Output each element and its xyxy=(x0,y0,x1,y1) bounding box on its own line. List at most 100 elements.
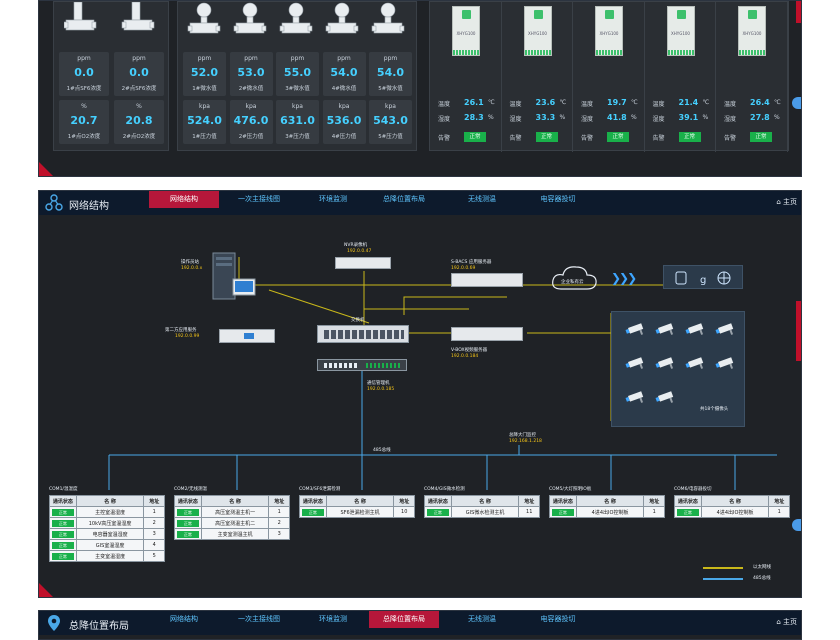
address-cell: 10 xyxy=(393,506,415,518)
tab-capacitor[interactable]: 电容器投切 xyxy=(519,191,597,208)
second-server-device xyxy=(219,329,275,343)
row-unit: % xyxy=(774,114,780,121)
metric-value: 524.0 xyxy=(187,114,222,127)
status-cell: 正常 xyxy=(49,550,77,562)
tab-layout[interactable]: 总降位置布局 xyxy=(369,191,439,208)
tab-capacitor[interactable]: 电容器投切 xyxy=(519,611,597,628)
device-model: XHYG100 xyxy=(528,31,547,36)
sensor-led xyxy=(748,10,757,19)
metric-card: ppm 0.0 1#点SF6浓度 xyxy=(59,52,109,96)
header-bar: 总降位置布局 网络结构 一次主接线图 环境监测 总降位置布局 无线测温 电容器投… xyxy=(39,611,801,635)
platform-icons: g xyxy=(675,271,731,286)
com-port-title: COM1/温湿度 xyxy=(49,487,78,492)
row-label: 湿度 xyxy=(509,116,522,123)
table-row[interactable]: 正常 4进4出IO控制板 1 xyxy=(674,506,790,518)
com-device-table: 通讯状态名 称地址 正常 GIS微水检测主机 11 xyxy=(424,495,540,518)
network-structure-panel: 网络结构 网络结构 一次主接线图 环境监测 总降位置布局 无线测温 电容器投切 … xyxy=(38,190,802,598)
metric-value: 543.0 xyxy=(373,114,408,127)
scroll-knob[interactable] xyxy=(792,97,801,109)
metric-card: kpa 631.0 3#压力值 xyxy=(276,100,319,144)
table-row[interactable]: 正常 SF6泄漏检测主机 10 xyxy=(299,506,415,518)
camera-icon xyxy=(655,357,674,369)
node-ip: 192.0.0.185 xyxy=(367,387,395,392)
metric-card: kpa 476.0 2#压力值 xyxy=(229,100,273,144)
sensor-led xyxy=(533,10,543,19)
sensor-led xyxy=(676,10,686,19)
tab-network[interactable]: 网络结构 xyxy=(149,191,219,208)
status-badge: 正常 xyxy=(678,132,701,142)
table-row[interactable]: 正常 主变室温湿度 5 xyxy=(49,550,165,562)
table-header: 名 称 xyxy=(575,495,645,507)
node-label: 总降大门监控 xyxy=(509,433,536,438)
sbacs-server-device xyxy=(451,273,523,287)
table-row[interactable]: 正常 4进4出IO控制板 1 xyxy=(549,506,665,518)
location-pin-icon xyxy=(48,615,60,631)
operator-station-icon xyxy=(212,252,256,300)
metric-unit: ppm xyxy=(383,55,398,62)
camera-icon xyxy=(715,323,734,335)
com-port-title: COM4/GIS微水检测 xyxy=(424,487,465,492)
tab-wireless[interactable]: 无线测温 xyxy=(447,611,517,628)
metric-unit: ppm xyxy=(197,55,212,62)
page-title: 网络结构 xyxy=(69,201,109,212)
device-name-cell: 主控室温湿度 xyxy=(75,506,145,518)
table-row[interactable]: 正常 高压室测温主机一 1 xyxy=(174,506,290,518)
table-row[interactable]: 正常 高压室测温主机二 2 xyxy=(174,517,290,529)
gateway-device xyxy=(317,359,407,371)
tab-wiring[interactable]: 一次主接线图 xyxy=(224,191,294,208)
tab-env[interactable]: 环境监测 xyxy=(301,191,365,208)
com-device-table: 通讯状态名 称地址 正常 主控室温湿度 1 正常 10kV高压室温湿度 2 正常 电容器室温湿度… xyxy=(49,495,165,562)
node-label: 第二方应用服务 xyxy=(165,328,197,333)
tab-env[interactable]: 环境监测 xyxy=(301,611,365,628)
tab-layout[interactable]: 总降位置布局 xyxy=(369,611,439,628)
table-row[interactable]: 正常 GIS室温湿度 4 xyxy=(49,539,165,551)
tab-network[interactable]: 网络结构 xyxy=(149,611,219,628)
metric-unit: kpa xyxy=(292,103,303,110)
gas-sensor-box: ppm 0.0 1#点SF6浓度 ppm 0.0 2#点SF6浓度 % 20.7 1#点O2… xyxy=(53,1,169,151)
table-row[interactable]: 正常 10kV高压室温湿度 2 xyxy=(49,517,165,529)
node-label: 共18个摄像头 xyxy=(700,407,729,412)
status-cell: 正常 xyxy=(674,506,702,518)
status-badge: 正常 xyxy=(750,132,772,142)
sensor-led xyxy=(462,10,471,19)
row-unit: ℃ xyxy=(559,99,567,106)
metric-value: 536.0 xyxy=(326,114,362,127)
mobile-platform-box: g xyxy=(663,265,743,289)
table-header: 通讯状态 xyxy=(299,495,327,507)
tab-wiring[interactable]: 一次主接线图 xyxy=(224,611,294,628)
metric-name: 2#压力值 xyxy=(238,134,264,140)
network-icon xyxy=(45,194,63,211)
table-row[interactable]: 正常 主控室温湿度 1 xyxy=(49,506,165,518)
row-label: 温度 xyxy=(652,101,665,108)
tab-wireless[interactable]: 无线测温 xyxy=(447,191,517,208)
th-device-column: XHYG100 温度 26.1 ℃ 湿度 28.3% 告警 正常 xyxy=(430,2,502,152)
status-cell: 正常 xyxy=(174,506,202,518)
status-badge: 正常 xyxy=(176,530,199,538)
status-badge: 正常 xyxy=(51,530,74,538)
table-row[interactable]: 正常 GIS微水检测主机 11 xyxy=(424,506,540,518)
cloud-icon xyxy=(552,266,597,290)
row-value: 39.1 xyxy=(678,113,699,122)
table-row[interactable]: 正常 电容器室温湿度 3 xyxy=(49,528,165,540)
status-cell: 正常 xyxy=(174,517,202,529)
home-label: 主页 xyxy=(783,198,797,206)
metric-name: 3#压力值 xyxy=(285,134,310,140)
status-cell: 正常 xyxy=(424,506,452,518)
status-cell: 正常 xyxy=(174,528,202,540)
metric-value: 52.0 xyxy=(190,66,219,79)
scroll-knob[interactable] xyxy=(792,519,801,531)
device-terminals xyxy=(667,50,694,55)
metric-card: ppm 52.0 1#微水值 xyxy=(183,52,226,96)
home-link[interactable]: ⌂ 主页 xyxy=(776,197,797,207)
com-port-title: COM3/SF6泄漏检测 xyxy=(299,487,341,492)
row-label: 温度 xyxy=(724,101,737,108)
com-port-title: COM5/大灯照明IO板 xyxy=(549,487,592,492)
table-header: 名 称 xyxy=(325,495,395,507)
node-ip: 192.168.1.218 xyxy=(509,439,542,444)
table-header-row: 通讯状态名 称地址 xyxy=(299,495,415,507)
table-row[interactable]: 正常 主变室测温主机 3 xyxy=(174,528,290,540)
home-link[interactable]: ⌂ 主页 xyxy=(776,617,797,627)
table-header-row: 通讯状态名 称地址 xyxy=(674,495,790,507)
row-value: 21.4 xyxy=(678,98,699,107)
side-accent xyxy=(796,301,801,361)
